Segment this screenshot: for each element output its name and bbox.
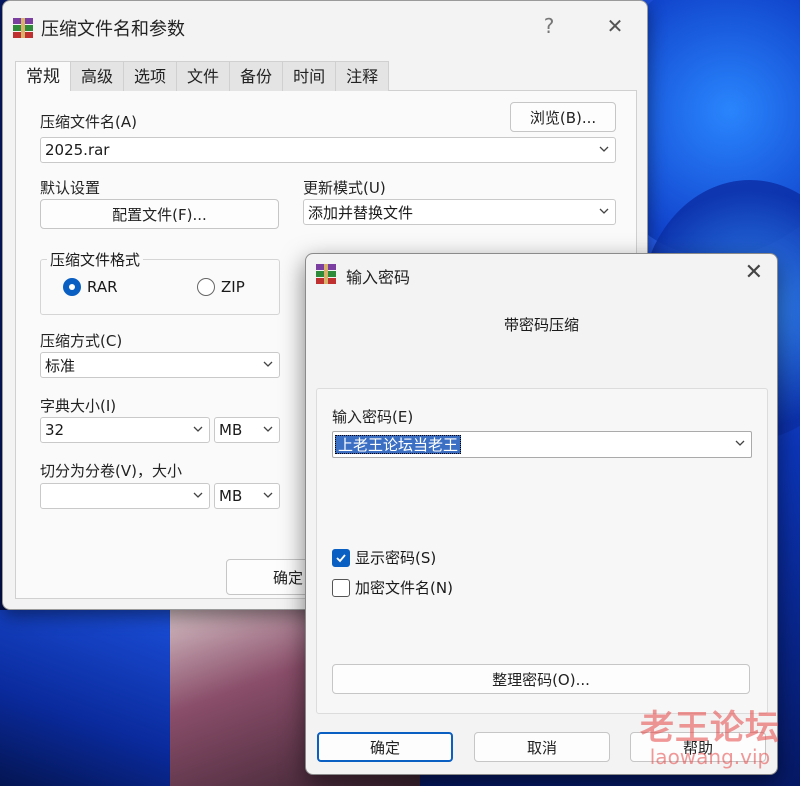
chevron-down-icon — [193, 424, 203, 434]
show-password-label: 显示密码(S) — [355, 549, 437, 567]
archive-name-label: 压缩文件名(A) — [40, 113, 137, 131]
dict-size-value: 32 — [45, 421, 65, 439]
format-zip-label: ZIP — [221, 278, 245, 296]
help-button[interactable]: 帮助 — [630, 732, 766, 762]
method-value: 标准 — [45, 356, 76, 375]
winrar-icon — [316, 264, 336, 284]
archive-name-combo[interactable]: 2025.rar — [40, 137, 616, 163]
split-unit-select[interactable]: MB — [214, 483, 280, 509]
tab-bar: 常规 高级 选项 文件 备份 时间 注释 — [15, 61, 637, 92]
organize-passwords-button[interactable]: 整理密码(O)... — [332, 664, 750, 694]
password-dialog-title: 输入密码 — [346, 268, 411, 287]
update-mode-label: 更新模式(U) — [303, 179, 386, 197]
format-rar-label: RAR — [87, 278, 118, 296]
window-title: 压缩文件名和参数 — [41, 19, 185, 40]
tab-backup[interactable]: 备份 — [229, 61, 284, 91]
radio-selected-icon — [63, 278, 81, 296]
tab-time[interactable]: 时间 — [282, 61, 337, 91]
checkbox-checked-icon — [332, 548, 350, 567]
chevron-down-icon — [263, 359, 273, 369]
password-input-label: 输入密码(E) — [332, 408, 414, 426]
dict-unit-select[interactable]: MB — [214, 417, 280, 443]
tab-files[interactable]: 文件 — [176, 61, 231, 91]
encrypt-names-label: 加密文件名(N) — [355, 579, 453, 597]
tab-advanced[interactable]: 高级 — [70, 61, 125, 91]
archive-format-title: 压缩文件格式 — [47, 249, 144, 270]
cancel-button[interactable]: 取消 — [474, 732, 610, 762]
archive-name-value: 2025.rar — [45, 141, 110, 159]
update-mode-select[interactable]: 添加并替换文件 — [303, 199, 616, 225]
method-select[interactable]: 标准 — [40, 352, 280, 378]
winrar-icon — [13, 18, 33, 38]
dict-unit-value: MB — [219, 421, 243, 439]
show-password-checkbox[interactable]: 显示密码(S) — [332, 547, 436, 568]
default-settings-label: 默认设置 — [40, 179, 101, 197]
help-icon[interactable]: ? — [537, 14, 561, 38]
password-dialog-subtitle: 带密码压缩 — [503, 316, 579, 334]
format-zip-radio[interactable]: ZIP — [197, 278, 245, 296]
split-unit-value: MB — [219, 487, 243, 505]
format-rar-radio[interactable]: RAR — [63, 278, 118, 296]
archive-format-group: 压缩文件格式 RAR ZIP — [40, 249, 280, 315]
tab-options[interactable]: 选项 — [123, 61, 178, 91]
dict-size-select[interactable]: 32 — [40, 417, 210, 443]
tab-comment[interactable]: 注释 — [335, 61, 390, 91]
split-size-combo[interactable] — [40, 483, 210, 509]
dict-label: 字典大小(I) — [40, 397, 117, 415]
tab-general[interactable]: 常规 — [15, 61, 71, 92]
password-input[interactable]: 上老王论坛当老王 — [332, 431, 752, 458]
chevron-down-icon — [263, 490, 273, 500]
title-bar: 压缩文件名和参数 ? ✕ — [3, 1, 647, 55]
chevron-down-icon — [599, 206, 609, 216]
password-value: 上老王论坛当老王 — [335, 435, 462, 454]
method-label: 压缩方式(C) — [40, 332, 123, 350]
ok-button[interactable]: 确定 — [317, 732, 453, 762]
checkbox-unchecked-icon — [332, 578, 350, 597]
close-icon[interactable]: ✕ — [745, 260, 763, 285]
radio-unselected-icon — [197, 278, 215, 296]
chevron-down-icon[interactable] — [735, 438, 745, 448]
chevron-down-icon — [263, 424, 273, 434]
chevron-down-icon — [193, 490, 203, 500]
close-icon[interactable]: ✕ — [603, 14, 627, 38]
browse-button[interactable]: 浏览(B)... — [510, 102, 616, 132]
split-label: 切分为分卷(V)，大小 — [40, 462, 182, 480]
update-mode-value: 添加并替换文件 — [308, 203, 414, 222]
chevron-down-icon — [599, 144, 609, 154]
profiles-button[interactable]: 配置文件(F)... — [40, 199, 279, 229]
encrypt-names-checkbox[interactable]: 加密文件名(N) — [332, 577, 453, 598]
password-dialog: 输入密码 ✕ 带密码压缩 输入密码(E) 上老王论坛当老王 显示密码(S) 加密… — [305, 253, 778, 775]
